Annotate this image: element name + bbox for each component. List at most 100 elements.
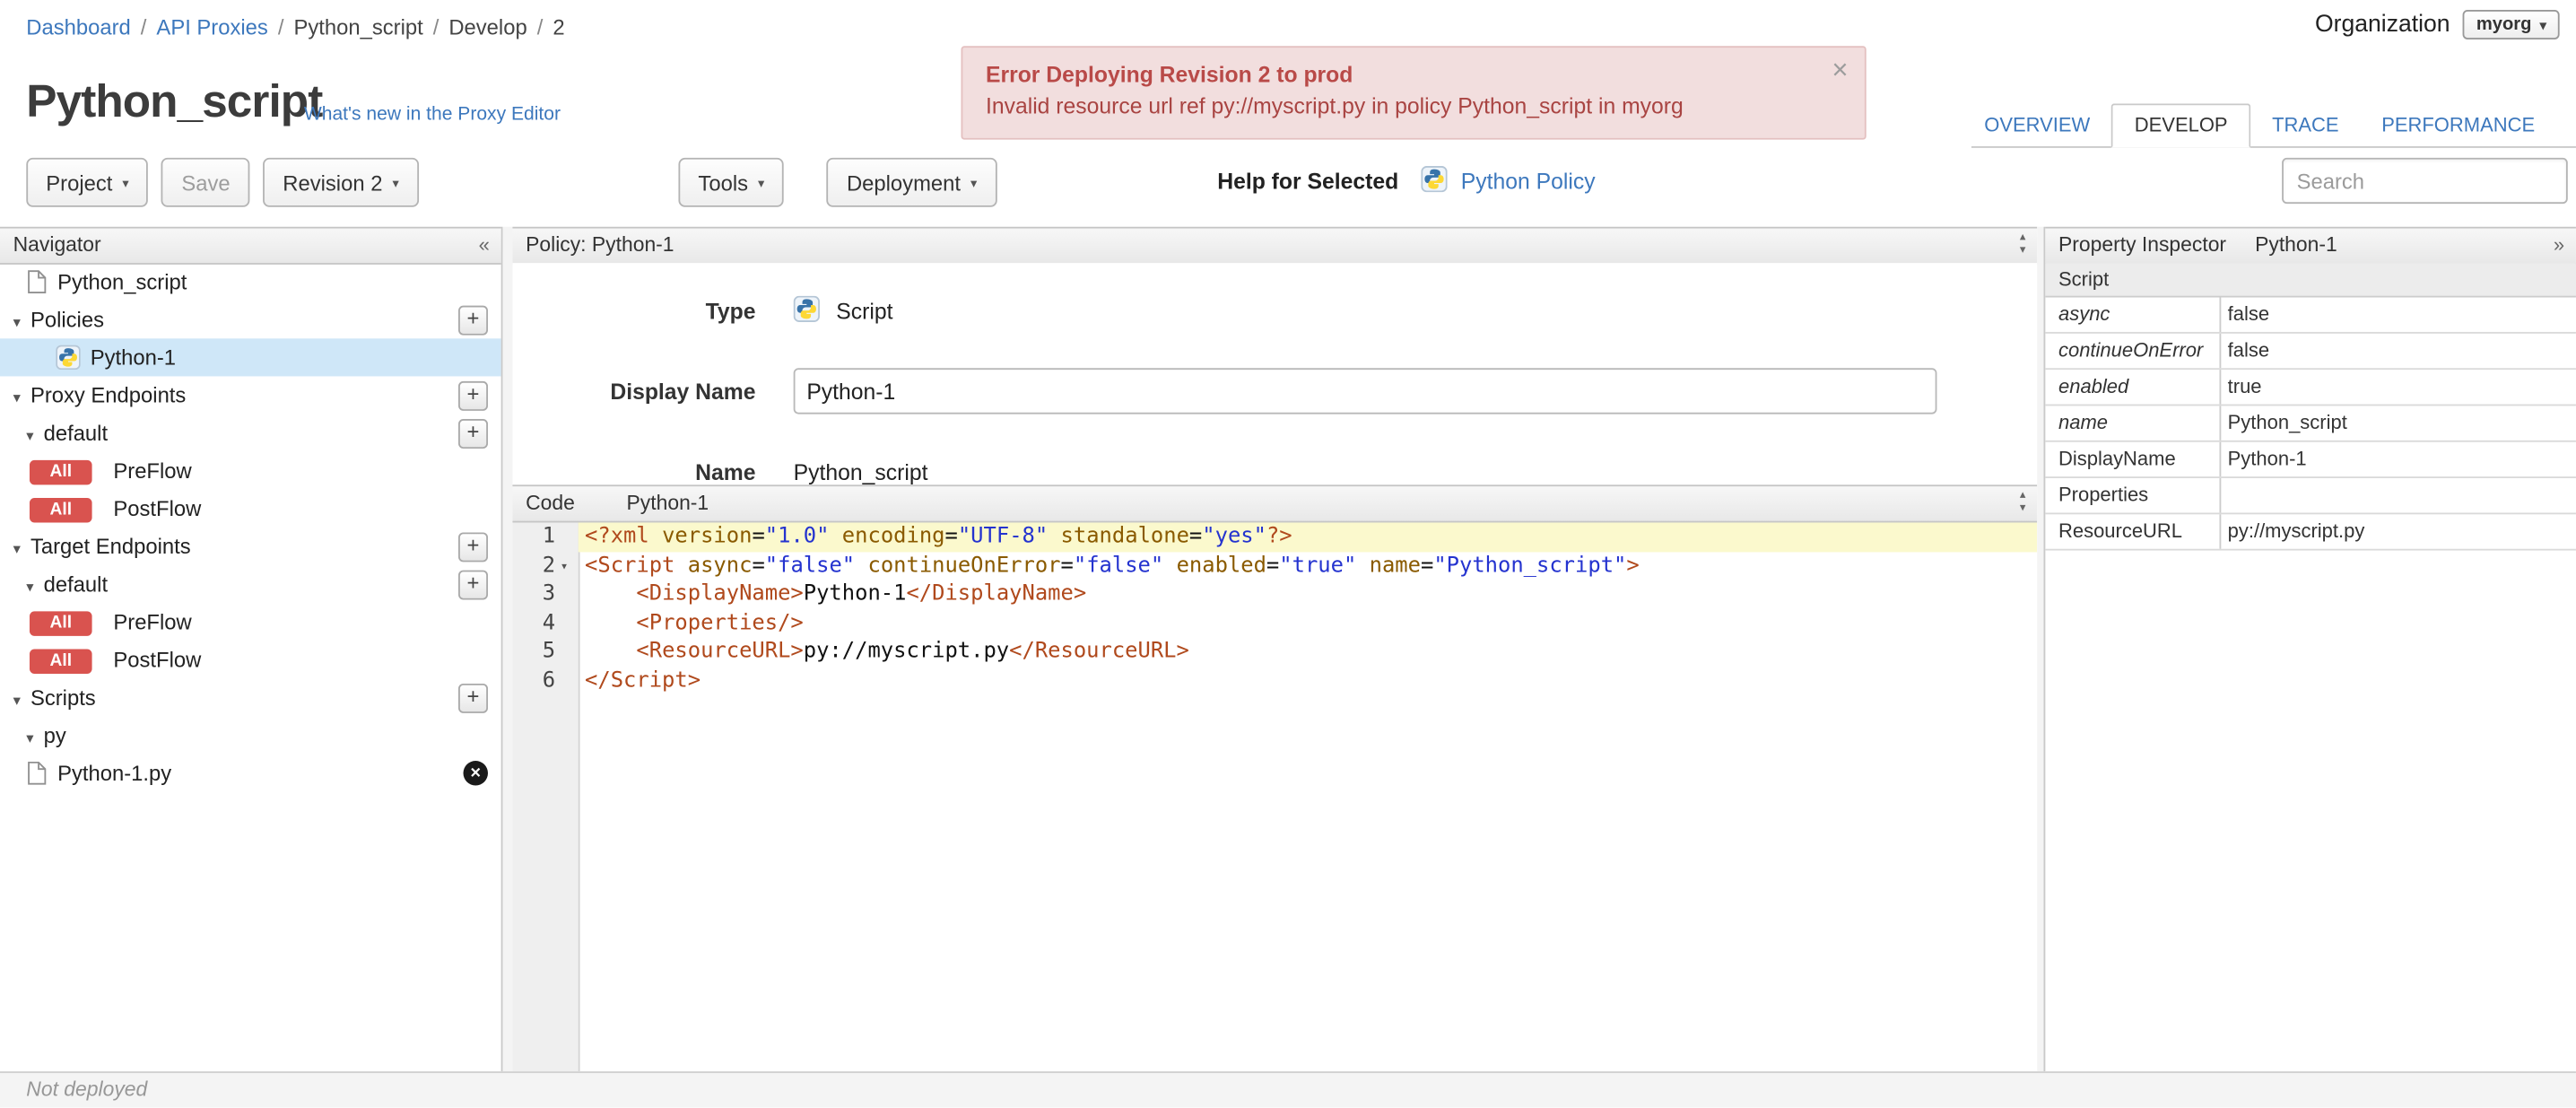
save-button[interactable]: Save (161, 157, 250, 207)
breadcrumb-proxy-name: Python_script (293, 14, 423, 39)
nav-item-label: Policies (30, 307, 104, 332)
type-label: Type (705, 298, 756, 323)
collapse-triangle-icon[interactable]: ▾ (26, 579, 33, 595)
add-button[interactable]: + (458, 305, 488, 336)
nav-item-default[interactable]: ▾ default + (0, 565, 501, 603)
property-row-properties[interactable]: Properties (2045, 477, 2576, 515)
tab-trace[interactable]: TRACE (2250, 105, 2360, 146)
nav-item-postflow[interactable]: All PostFlow (0, 490, 501, 528)
nav-item-python-script[interactable]: Python_script (0, 263, 501, 301)
nav-item-python-1-py[interactable]: Python-1.py ✕ (0, 755, 501, 792)
nav-item-postflow[interactable]: All PostFlow (0, 641, 501, 678)
navigator-panel: Navigator « Python_script ▾ Policies + Pytho… (0, 226, 503, 1072)
code-text: </Script> (585, 667, 701, 694)
nav-item-scripts[interactable]: ▾ Scripts + (0, 678, 501, 716)
add-button[interactable]: + (458, 570, 488, 600)
property-inspector-subtitle: Python-1 (2255, 233, 2337, 257)
code-line-5[interactable]: 5 <ResourceURL>py://myscript.py</Resourc… (543, 638, 2037, 667)
project-button[interactable]: Project ▾ (26, 157, 149, 207)
deployment-button[interactable]: Deployment ▾ (826, 157, 997, 207)
nav-item-preflow[interactable]: All PreFlow (0, 452, 501, 490)
add-button[interactable]: + (458, 683, 488, 713)
nav-item-policies[interactable]: ▾ Policies + (0, 301, 501, 338)
code-line-6[interactable]: 6 </Script> (543, 667, 2037, 695)
nav-item-default[interactable]: ▾ default + (0, 414, 501, 452)
nav-item-label: Python_script (57, 269, 187, 294)
nav-item-label: default (43, 571, 109, 597)
add-button[interactable]: + (458, 380, 488, 411)
line-number: 4 (542, 610, 556, 635)
code-lines[interactable]: 1 <?xml version="1.0" encoding="UTF-8" st… (543, 522, 2038, 695)
property-row-async[interactable]: async false (2045, 297, 2576, 334)
nav-item-label: PostFlow (113, 647, 202, 673)
whats-new-link[interactable]: What's new in the Proxy Editor (304, 105, 561, 125)
code-file-name: Python-1 (626, 491, 709, 515)
property-row-name[interactable]: name Python_script (2045, 406, 2576, 442)
collapse-triangle-icon[interactable]: ▾ (13, 541, 21, 557)
tools-button[interactable]: Tools ▾ (678, 157, 785, 207)
policy-editor-panel: Policy: Python-1 ▴ ▾ Type Script Display … (512, 226, 2038, 1072)
name-value: Python_script (793, 458, 928, 484)
fold-arrow-icon[interactable]: ▾ (561, 552, 569, 580)
vertical-splitter[interactable] (502, 226, 513, 1072)
code-line-1[interactable]: 1 <?xml version="1.0" encoding="UTF-8" st… (543, 522, 2038, 552)
breadcrumb-api-proxies[interactable]: API Proxies (156, 14, 267, 39)
tab-overview[interactable]: OVERVIEW (1962, 105, 2111, 146)
code-line-3[interactable]: 3 <DisplayName>Python-1</DisplayName> (543, 580, 2037, 609)
close-icon[interactable]: × (1832, 56, 1848, 83)
collapse-left-icon[interactable]: « (479, 229, 490, 263)
expand-right-icon[interactable]: » (2554, 229, 2564, 263)
code-line-2[interactable]: 2 ▾ <Script async="false" continueOnError=… (543, 552, 2037, 580)
help-for-selected-label: Help for Selected (1217, 168, 1399, 194)
nav-item-label: PostFlow (113, 496, 202, 521)
collapse-vertical-icon[interactable]: ▴ ▾ (2020, 490, 2025, 516)
property-row-displayname[interactable]: DisplayName Python-1 (2045, 441, 2576, 478)
nav-item-proxy-endpoints[interactable]: ▾ Proxy Endpoints + (0, 376, 501, 414)
collapse-triangle-icon[interactable]: ▾ (13, 692, 21, 708)
add-button[interactable]: + (458, 419, 488, 449)
python-policy-icon (56, 345, 81, 371)
policy-form: Type Script Display Name Name Python_scr… (512, 263, 2038, 485)
display-name-input[interactable] (793, 368, 1937, 414)
code-line-4[interactable]: 4 <Properties/> (543, 609, 2037, 638)
organization-area: Organization myorg ▾ (2315, 9, 2560, 39)
vertical-splitter[interactable] (2037, 226, 2044, 1072)
property-name: name (2045, 406, 2222, 441)
line-number: 3 (542, 581, 556, 606)
breadcrumb-dashboard[interactable]: Dashboard (26, 14, 131, 39)
organization-select[interactable]: myorg ▾ (2463, 9, 2560, 39)
property-name: continueOnError (2045, 333, 2222, 369)
property-row-resourceurl[interactable]: ResourceURL py://myscript.py (2045, 514, 2576, 551)
property-value: true (2227, 374, 2262, 398)
property-value: false (2227, 302, 2270, 326)
property-row-continueonerror[interactable]: continueOnError false (2045, 333, 2576, 371)
collapse-triangle-icon[interactable]: ▾ (13, 314, 21, 330)
add-button[interactable]: + (458, 532, 488, 563)
deployment-status-text: Not deployed (26, 1077, 148, 1102)
breadcrumb-separator: / (536, 14, 544, 39)
line-number: 6 (542, 667, 556, 694)
search-input[interactable] (2282, 157, 2568, 205)
tab-develop[interactable]: DEVELOP (2111, 103, 2251, 148)
type-value: Script (836, 298, 893, 323)
python-policy-help-link[interactable]: Python Policy (1461, 169, 1596, 193)
property-value: Python_script (2227, 410, 2347, 434)
collapse-vertical-icon[interactable]: ▴ ▾ (2020, 231, 2025, 257)
nav-item-python-1[interactable]: Python-1 (0, 338, 501, 377)
error-message: Invalid resource url ref py://myscript.p… (985, 93, 1684, 118)
delete-icon[interactable]: ✕ (463, 761, 488, 786)
property-row-enabled[interactable]: enabled true (2045, 370, 2576, 406)
collapse-triangle-icon[interactable]: ▾ (26, 729, 33, 746)
nav-item-preflow[interactable]: All PreFlow (0, 603, 501, 641)
nav-item-py[interactable]: ▾ py (0, 717, 501, 755)
revision-button[interactable]: Revision 2 ▾ (263, 157, 419, 207)
property-name: enabled (2045, 370, 2222, 405)
nav-item-target-endpoints[interactable]: ▾ Target Endpoints + (0, 528, 501, 565)
file-icon (28, 270, 47, 293)
collapse-triangle-icon[interactable]: ▾ (13, 389, 21, 406)
collapse-triangle-icon[interactable]: ▾ (26, 427, 33, 443)
code-text: <DisplayName>Python-1</DisplayName> (636, 581, 1087, 606)
code-editor[interactable]: 1 <?xml version="1.0" encoding="UTF-8" st… (512, 522, 2038, 1072)
chevron-down-icon: ▾ (392, 175, 399, 190)
tab-performance[interactable]: PERFORMANCE (2360, 105, 2556, 146)
